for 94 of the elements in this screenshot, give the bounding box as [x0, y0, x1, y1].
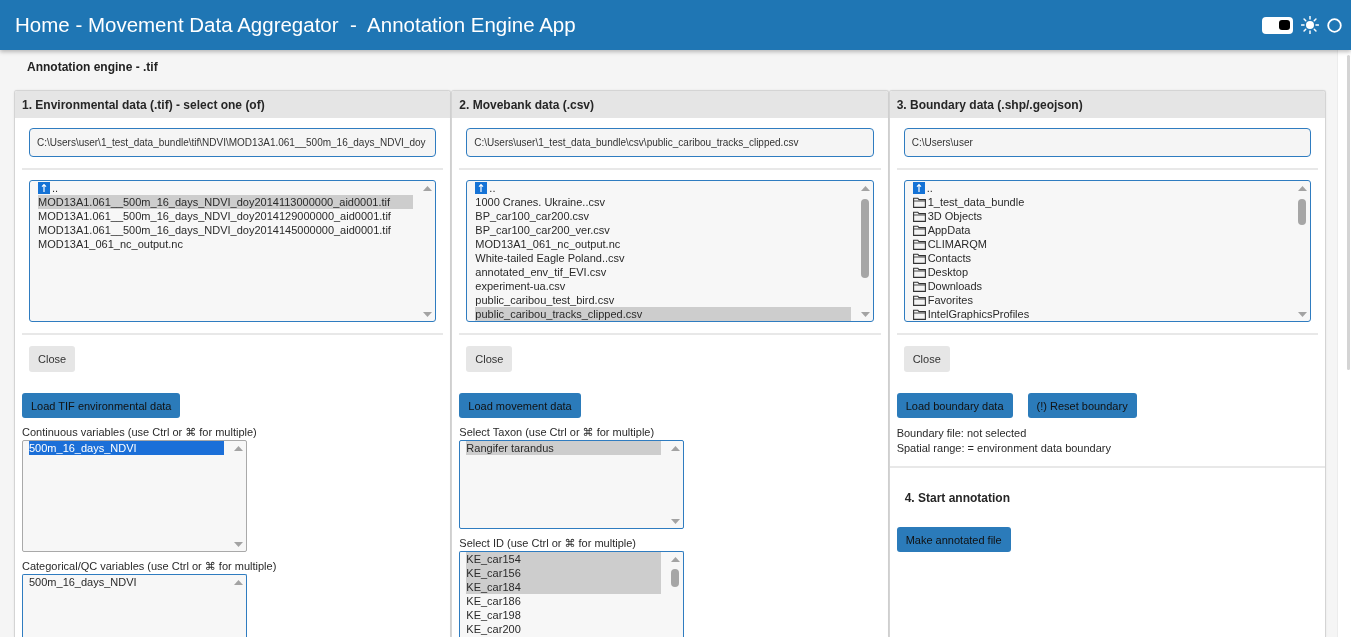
folder-icon — [912, 196, 926, 208]
select-option[interactable]: KE_car198 — [466, 608, 662, 622]
file-item[interactable]: .. — [38, 181, 414, 195]
file-item[interactable]: .. — [912, 181, 1288, 195]
multi-select-list[interactable]: 500m_16_days_NDVI — [22, 574, 247, 637]
field-label: Continuous variables (use Ctrl or ⌘ for multiple) — [22, 425, 257, 439]
file-item[interactable]: .. — [475, 181, 851, 195]
close-button[interactable]: Close — [903, 346, 950, 372]
select-option[interactable]: Rangifer tarandus — [466, 441, 662, 455]
multi-select-list[interactable]: KE_car154 KE_car156 KE_car184 KE_car186 KE_car198 KE_car200 — [459, 551, 685, 637]
file-item[interactable]: AppData — [912, 223, 1288, 237]
theme-toggle[interactable] — [1262, 16, 1293, 34]
folder-icon — [912, 238, 926, 250]
action-button[interactable]: Load movement data — [459, 393, 581, 418]
file-item[interactable]: MOD13A1.061__500m_16_days_NDVI_doy2014129000000_aid0001.tif — [38, 209, 414, 223]
file-item[interactable]: BP_car100_car200_ver.csv — [475, 223, 851, 237]
multi-select-list[interactable]: 500m_16_days_NDVI — [22, 440, 247, 552]
scrollbar-thumb[interactable] — [1298, 199, 1306, 225]
scroll-up-icon[interactable] — [234, 445, 243, 451]
circle-icon[interactable] — [1327, 17, 1342, 33]
section-heading: 4. Start annotation — [904, 491, 1010, 505]
file-item[interactable]: MOD13A1_061_nc_output.nc — [38, 237, 414, 251]
sun-icon[interactable] — [1301, 16, 1319, 34]
file-list[interactable] — [29, 180, 437, 322]
folder-icon — [912, 252, 926, 264]
file-item[interactable]: 3D Objects — [912, 209, 1288, 223]
file-list[interactable]: .. 1_test_data_bundle 3D Objects AppData CLIMARQM Contacts Desktop Downloads Favorites IntelGraphicsProfiles — [903, 180, 1311, 322]
scrollbar-thumb[interactable] — [860, 199, 869, 278]
multi-select-list[interactable]: Rangifer tarandus — [459, 440, 685, 529]
scrollbar-thumb[interactable] — [671, 569, 680, 587]
path-field[interactable]: C:\Users\user\1_test_data_bundle\csv\public_caribou_tracks_clipped.csv — [466, 128, 874, 157]
file-item[interactable]: 1_test_data_bundle — [912, 195, 1288, 209]
scroll-up-icon[interactable] — [234, 579, 243, 585]
file-item[interactable]: MOD13A1.061__500m_16_days_NDVI_doy2014145000000_aid0001.tif — [38, 223, 414, 237]
file-item[interactable]: CLIMARQM — [912, 237, 1288, 251]
folder-icon — [912, 294, 926, 306]
file-item[interactable]: Favorites — [912, 293, 1288, 307]
folder-icon — [912, 308, 926, 320]
scrollbar-thumb[interactable] — [1347, 55, 1350, 370]
select-option[interactable]: KE_car186 — [466, 594, 662, 608]
close-button[interactable]: Close — [29, 346, 76, 372]
file-item[interactable]: public_caribou_test_bird.csv — [475, 293, 851, 307]
scroll-up-icon[interactable] — [1298, 185, 1307, 191]
path-field[interactable]: C:\Users\user\1_test_data_bundle\tif\NDVI\MOD13A1.061__500m_16_days_NDVI_doy — [29, 128, 437, 157]
select-option[interactable]: 500m_16_days_NDVI — [29, 575, 224, 589]
file-item[interactable]: public_caribou_tracks_clipped.csv — [475, 307, 851, 321]
folder-icon — [912, 266, 926, 278]
panel-title: 2. Movebank data (.csv) — [459, 97, 595, 112]
path-field[interactable]: C:\Users\user — [903, 128, 1311, 157]
file-item[interactable]: Contacts — [912, 251, 1288, 265]
select-option[interactable]: KE_car200 — [466, 622, 662, 636]
field-label: Select ID (use Ctrl or ⌘ for multiple) — [459, 536, 636, 550]
folder-icon — [912, 224, 926, 236]
file-item[interactable]: MOD13A1.061__500m_16_days_NDVI_doy2014113000000_aid0001.tif — [38, 195, 414, 209]
select-option[interactable]: 500m_16_days_NDVI — [29, 441, 224, 455]
action-button[interactable]: (!) Reset boundary — [1027, 393, 1137, 418]
action-button[interactable]: Load TIF environmental data — [22, 393, 181, 418]
select-option[interactable]: KE_car156 — [466, 566, 662, 580]
close-button[interactable]: Close — [466, 346, 513, 372]
field-label: Select Taxon (use Ctrl or ⌘ for multiple) — [459, 425, 655, 439]
file-item[interactable]: MOD13A1_061_nc_output.nc — [475, 237, 851, 251]
select-option[interactable]: KE_car154 — [466, 552, 662, 566]
file-list[interactable] — [466, 180, 874, 322]
select-option[interactable]: KE_car184 — [466, 580, 662, 594]
field-label: Categorical/QC variables (use Ctrl or ⌘ for multiple) — [22, 559, 277, 573]
file-item[interactable]: 1000 Cranes. Ukraine..csv — [475, 195, 851, 209]
scroll-down-icon[interactable] — [860, 311, 870, 317]
up-arrow-icon — [38, 182, 50, 194]
app-title: Home - Movement Data Aggregator - Annotation Engine App — [15, 12, 576, 38]
scroll-up-icon[interactable] — [423, 185, 433, 191]
action-button[interactable]: Load boundary data — [896, 393, 1013, 418]
scroll-down-icon[interactable] — [1298, 311, 1307, 317]
page-scrollbar[interactable] — [1337, 50, 1351, 637]
file-item[interactable]: White-tailed Eagle Poland..csv — [475, 251, 851, 265]
scroll-down-icon[interactable] — [423, 311, 433, 317]
page-title: Annotation engine - .tif — [27, 60, 158, 74]
folder-icon — [912, 210, 926, 222]
scroll-up-icon[interactable] — [671, 556, 681, 562]
panel-title: 3. Boundary data (.shp/.geojson) — [896, 97, 1083, 112]
scroll-down-icon[interactable] — [234, 541, 243, 547]
scroll-down-icon[interactable] — [671, 518, 681, 524]
scroll-up-icon[interactable] — [671, 445, 681, 451]
file-item[interactable]: annotated_env_tif_EVI.csv — [475, 265, 851, 279]
file-item[interactable]: Downloads — [912, 279, 1288, 293]
status-text: Boundary file: not selected — [896, 426, 1027, 441]
action-button[interactable]: Make annotated file — [896, 527, 1011, 552]
folder-icon — [912, 280, 926, 292]
file-item[interactable]: experiment-ua.csv — [475, 279, 851, 293]
panel-title: 1. Environmental data (.tif) - select one (of) — [22, 97, 265, 112]
file-item[interactable]: BP_car100_car200.csv — [475, 209, 851, 223]
status-text: Spatial range: = environment data boundary — [896, 441, 1111, 456]
file-item[interactable]: IntelGraphicsProfiles — [912, 307, 1288, 321]
file-item[interactable]: Desktop — [912, 265, 1288, 279]
scroll-up-icon[interactable] — [860, 185, 870, 191]
